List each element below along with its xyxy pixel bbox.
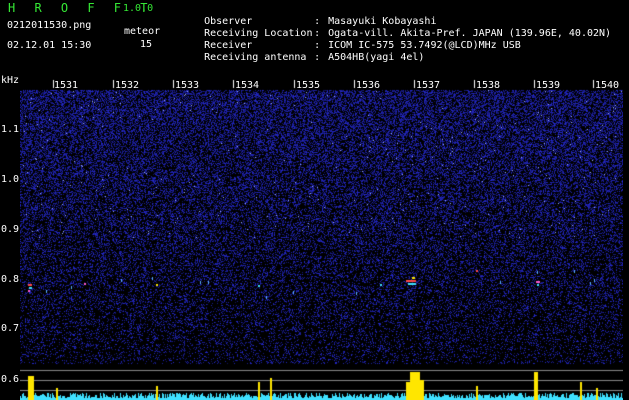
- y-label: 0.8: [1, 274, 20, 285]
- y-label: 0.9: [1, 224, 20, 235]
- time-label: 1537: [416, 80, 441, 91]
- time-label: 1538: [476, 80, 501, 91]
- file-name: 0212011530.png: [7, 20, 92, 31]
- y-label: 0.6: [1, 374, 20, 385]
- waterfall-plot: 1531 1532 1533 1534 1535 1536 1537 1538 …: [20, 78, 623, 400]
- file-datetime: 02.12.01 15:30: [7, 40, 92, 51]
- time-label: 1535: [296, 80, 321, 91]
- y-label: 1.1: [1, 124, 20, 135]
- info-value: A504HB(yagi 4el): [328, 52, 425, 63]
- app-version: 1.0.0: [123, 3, 154, 14]
- y-label: 0.7: [1, 323, 20, 334]
- time-label: 1539: [536, 80, 561, 91]
- time-label: 1533: [175, 80, 200, 91]
- meteor-label: meteor: [124, 26, 161, 37]
- time-label: 1534: [235, 80, 260, 91]
- info-row-antenna: Receiving antenna: A504HB(yagi 4el): [204, 52, 425, 63]
- time-label: 1540: [595, 80, 620, 91]
- waterfall-canvas: [20, 78, 623, 400]
- time-label: 1536: [356, 80, 381, 91]
- info-label: Receiving antenna: [204, 52, 307, 63]
- right-edge: [624, 76, 629, 400]
- axis-unit: kHz: [1, 75, 20, 86]
- header: H R O F F T 1.0.0 0212011530.png 02.12.0…: [0, 0, 629, 76]
- time-label: 1531: [54, 80, 79, 91]
- time-label: 1532: [115, 80, 140, 91]
- meteor-count: 15: [140, 39, 153, 50]
- y-label: 1.0: [1, 174, 20, 185]
